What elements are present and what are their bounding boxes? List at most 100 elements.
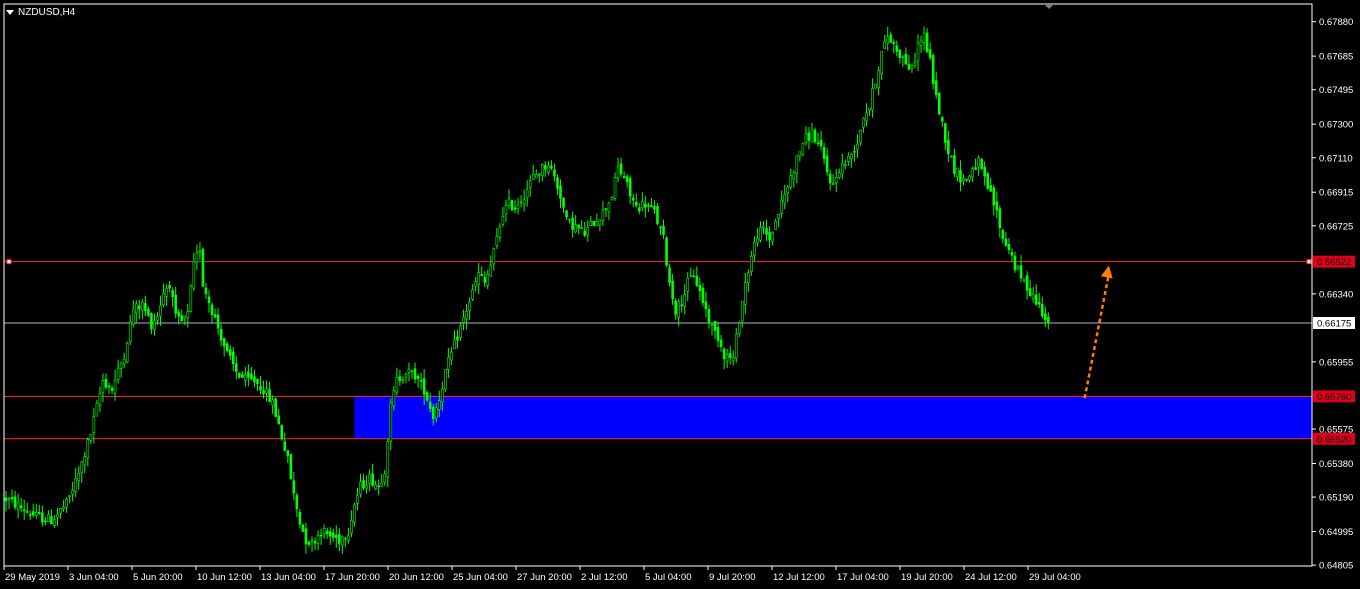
- candle: [998, 205, 1002, 238]
- candle: [204, 282, 208, 299]
- candle: [831, 174, 835, 185]
- candle: [359, 473, 362, 498]
- candle-body: [1043, 313, 1047, 321]
- candle-body: [1040, 303, 1044, 317]
- support-zone-layer: [354, 396, 1312, 439]
- candle-body: [940, 117, 944, 122]
- candle-body: [241, 374, 244, 378]
- candle: [1034, 284, 1038, 306]
- candle: [953, 148, 956, 178]
- candle-body: [1047, 317, 1050, 324]
- candle: [1040, 296, 1044, 319]
- candle: [701, 283, 705, 307]
- candle: [922, 26, 926, 51]
- candle-body: [56, 513, 59, 518]
- candle-body: [922, 32, 926, 43]
- candle-body: [313, 541, 317, 544]
- candle-body: [562, 197, 565, 208]
- candle-body: [477, 272, 480, 285]
- candle-body: [334, 534, 338, 538]
- candle: [747, 269, 750, 292]
- candle: [868, 107, 871, 117]
- candle: [589, 215, 593, 226]
- candle-body: [977, 157, 980, 168]
- price-tick-label: 0.67880: [1319, 17, 1353, 28]
- candle-body: [928, 49, 932, 59]
- candle-body: [304, 528, 308, 545]
- candle: [731, 350, 735, 366]
- candle-body: [856, 143, 859, 150]
- candle-body: [386, 441, 390, 478]
- candle-body: [765, 228, 768, 235]
- candle: [777, 214, 780, 228]
- candle-body: [71, 489, 74, 495]
- candle-body: [1028, 288, 1032, 297]
- candle: [737, 321, 741, 338]
- candle-body: [537, 173, 541, 176]
- candle: [350, 510, 353, 538]
- candle: [871, 78, 874, 118]
- candle-body: [25, 511, 29, 513]
- candle: [186, 303, 190, 328]
- candle-body: [647, 204, 650, 207]
- candle-body: [595, 221, 599, 226]
- candle-body: [571, 217, 574, 230]
- candle: [25, 502, 29, 514]
- candle-body: [189, 285, 193, 312]
- candle-body: [634, 201, 638, 206]
- candle-body: [698, 284, 702, 292]
- candle: [450, 347, 453, 365]
- candle: [707, 305, 711, 329]
- candle-body: [177, 311, 181, 317]
- projection-arrow-shaft: [1083, 273, 1111, 399]
- time-tick-label: 12 Jul 12:00: [773, 572, 825, 583]
- candle-body: [874, 84, 877, 89]
- candle-body: [125, 342, 129, 363]
- candle: [519, 195, 523, 208]
- candle-body: [768, 232, 771, 240]
- candle-body: [662, 225, 665, 235]
- candle: [128, 314, 132, 345]
- candle-body: [353, 504, 356, 523]
- candle-body: [104, 378, 108, 388]
- candle: [680, 295, 683, 313]
- candle-body: [171, 290, 174, 297]
- chart-canvas[interactable]: 0.67880 0.67685 0.67495 0.67300 0.67110 0.669…: [0, 0, 1360, 589]
- candle-body: [244, 375, 247, 381]
- candle: [977, 155, 980, 176]
- candle: [19, 497, 23, 512]
- candle: [222, 337, 226, 357]
- candle-body: [725, 354, 729, 362]
- candle-body: [144, 303, 147, 311]
- time-tick-label: 29 Jul 04:00: [1029, 572, 1081, 583]
- candle-body: [201, 248, 205, 287]
- candle-body: [925, 32, 929, 53]
- candle-body: [7, 498, 11, 501]
- candle-body: [310, 539, 314, 542]
- candle-body: [50, 516, 53, 525]
- candle: [1025, 271, 1029, 300]
- candle-body: [710, 324, 714, 326]
- candle: [622, 171, 626, 179]
- candle-body: [416, 375, 420, 379]
- candle-body: [831, 183, 835, 185]
- candle-body: [141, 301, 144, 311]
- candle-body: [986, 173, 990, 189]
- candle-body: [147, 308, 150, 316]
- time-tick-label: 3 Jun 04:00: [69, 572, 119, 583]
- candle-body: [162, 292, 165, 306]
- candle-body: [853, 150, 856, 153]
- candle-body: [1004, 238, 1008, 246]
- candle: [825, 147, 829, 176]
- candle: [495, 227, 499, 249]
- candle: [568, 218, 571, 224]
- candle-body: [683, 294, 687, 307]
- candle-body: [850, 153, 853, 160]
- candle: [292, 472, 296, 501]
- candle-body: [383, 473, 387, 483]
- candle: [695, 266, 699, 288]
- candle: [453, 330, 456, 349]
- candle: [850, 152, 853, 168]
- candle: [874, 83, 877, 89]
- candle-body: [828, 173, 832, 184]
